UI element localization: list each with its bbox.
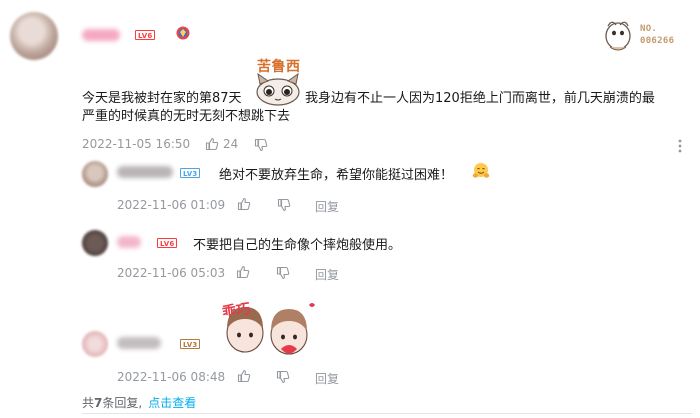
reply-text: 绝对不要放弃生命，希望你能挺过困难！ [219,168,454,183]
level-badge: LV6 [135,30,156,40]
reply-timestamp: 2022-11-06 05:03 [117,266,226,280]
view-replies-link[interactable]: 点击查看 [148,396,196,410]
nameplate-label: NO. [640,24,658,34]
hugging-face-emoji-icon [472,162,490,180]
like-icon[interactable] [205,137,219,151]
reply-avatar[interactable] [82,161,108,187]
commenter-avatar[interactable] [10,12,58,60]
fan-medal-icon [175,25,191,41]
reply-username[interactable] [117,166,173,178]
comment-text-line1: 今天是我被封在家的第87天 [82,91,242,106]
reply-timestamp: 2022-11-06 01:09 [117,198,226,212]
dislike-icon[interactable] [254,138,268,152]
reply-summary-suffix: 条回复, [102,396,143,410]
level-badge: LV3 [180,339,201,349]
like-icon[interactable] [236,265,250,279]
level-badge: LV6 [157,238,178,248]
reply-username[interactable] [117,236,141,248]
dislike-icon[interactable] [276,266,290,280]
reply-button[interactable]: 回复 [315,198,339,215]
divider [82,413,692,414]
reply-avatar[interactable] [82,230,108,256]
reply-button[interactable]: 回复 [315,370,339,387]
sticker-caption: 乖巧 [221,301,252,321]
nameplate-number: 006266 [640,36,675,46]
comment-text-line1-tail: 我身边有不止一人因为120拒绝上门而离世，前几天崩溃的最 [305,91,655,106]
reply-button[interactable]: 回复 [315,266,339,283]
reply-summary: 共7条回复, 点击查看 [82,394,196,411]
dislike-icon[interactable] [276,370,290,384]
more-options-icon[interactable] [672,138,688,154]
reply-text: 不要把自己的生命像个摔炮般使用。 [193,238,402,253]
dislike-icon[interactable] [277,198,291,212]
reply-avatar[interactable] [82,331,108,357]
comment-timestamp: 2022-11-05 16:50 [82,137,191,151]
like-icon[interactable] [237,369,251,383]
like-icon[interactable] [237,197,251,211]
level-badge: LV3 [180,168,201,178]
like-count: 24 [223,137,239,151]
comment-text-line2: 严重的时候真的无时无刻不想跳下去 [82,109,291,124]
reply-timestamp: 2022-11-06 08:48 [117,370,226,384]
cat-sticker-icon [252,72,304,106]
commenter-username[interactable] [82,29,120,41]
reply-summary-prefix: 共 [82,396,95,410]
reply-username[interactable] [117,337,161,349]
